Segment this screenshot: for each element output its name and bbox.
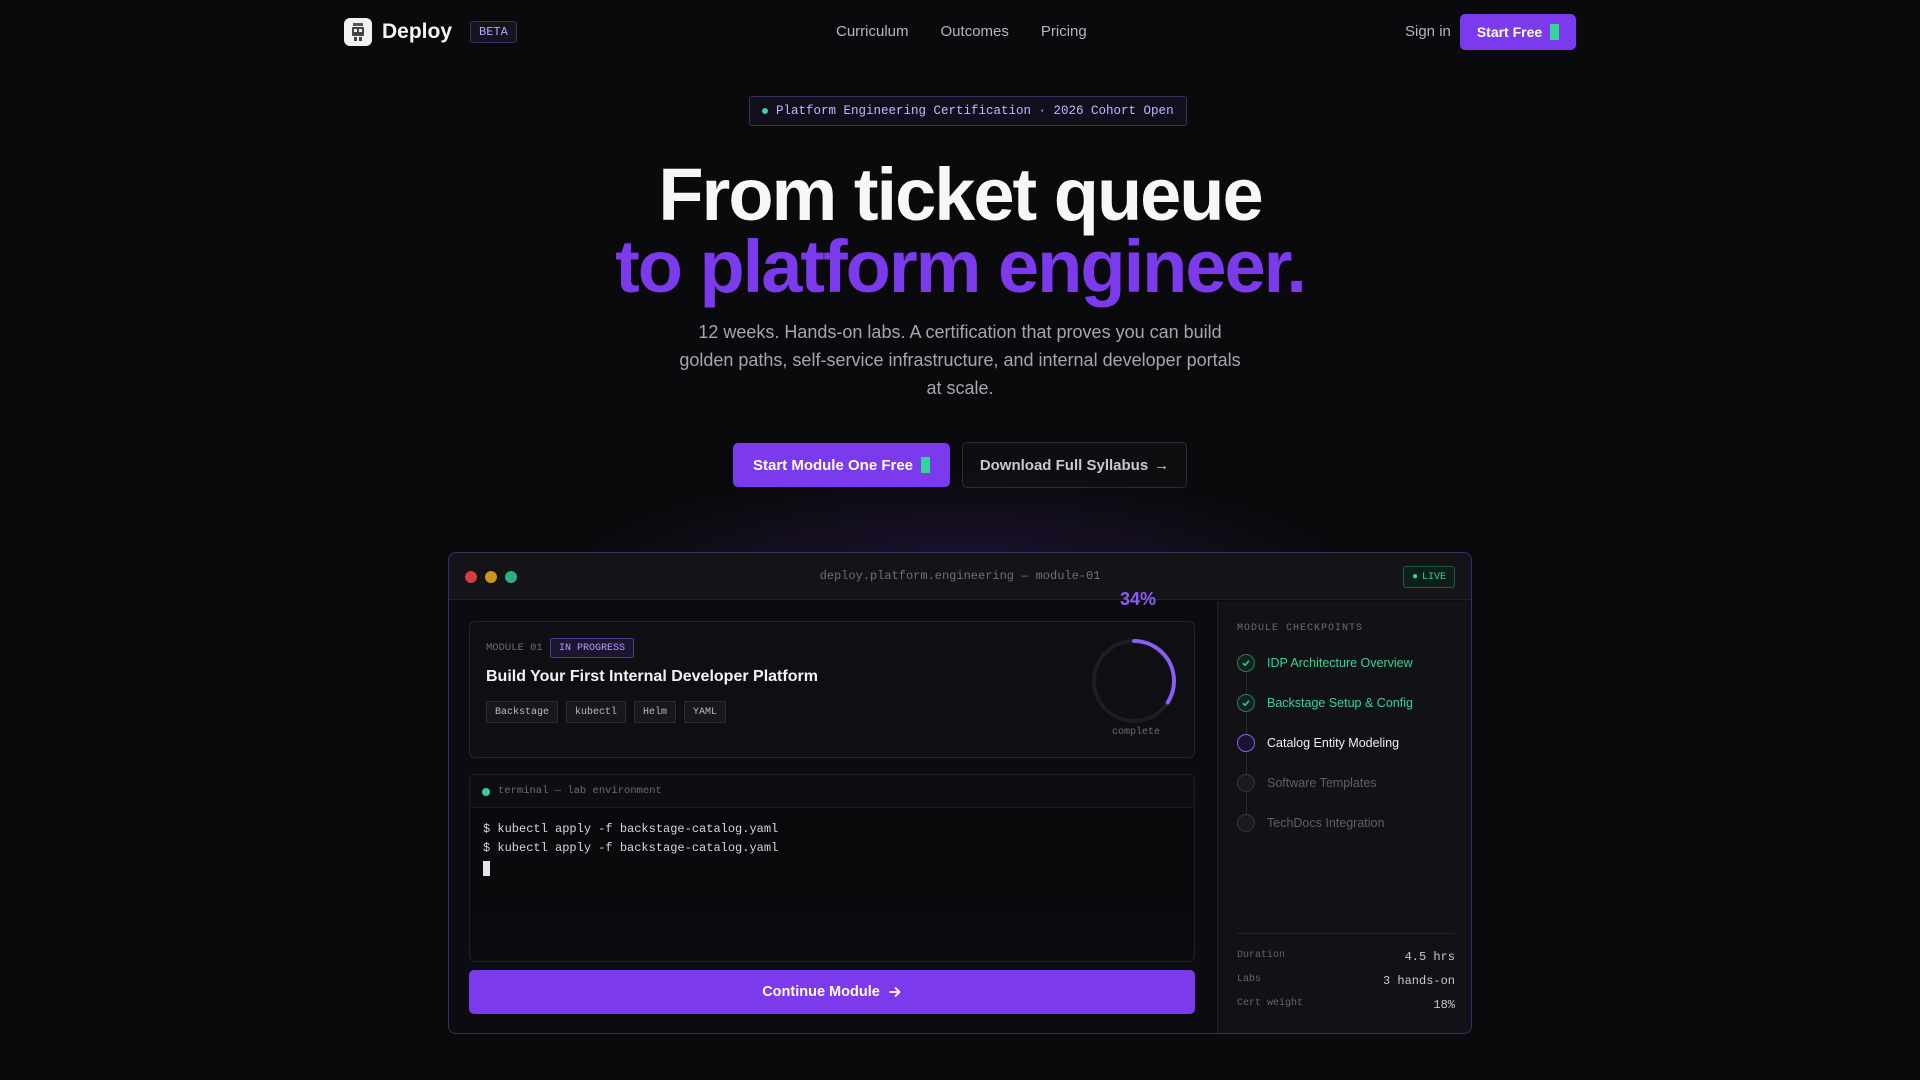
stat-key: Labs <box>1237 974 1262 985</box>
progress-ring <box>1092 639 1176 723</box>
module-panel: MODULE 01 IN PROGRESS Build Your First I… <box>449 589 1217 1033</box>
stat-duration: Duration 4.5 hrs <box>1237 950 1455 964</box>
checkpoint-label: TechDocs Integration <box>1267 816 1385 830</box>
live-badge: ● LIVE <box>1402 566 1455 588</box>
stat-cert-weight: Cert weight 18% <box>1237 998 1455 1012</box>
check-icon <box>1237 654 1255 672</box>
continue-module-button[interactable]: Continue Module <box>469 970 1195 1014</box>
top-nav: Deploy BETA Curriculum Outcomes Pricing … <box>0 0 1920 64</box>
cursor-block-icon <box>1550 24 1560 40</box>
checkpoint-item[interactable]: Backstage Setup & Config <box>1237 694 1413 712</box>
live-badge-text: LIVE <box>1421 571 1446 583</box>
checkpoint-label: Catalog Entity Modeling <box>1267 736 1400 750</box>
window-titlebar: deploy.platform.engineering — module-01 … <box>449 553 1471 600</box>
start-free-button[interactable]: Start Free <box>1460 14 1576 50</box>
hero-title-line2: to platform engineer. <box>615 225 1307 308</box>
progress-caption: complete <box>1111 727 1160 738</box>
checkpoint-item[interactable]: TechDocs Integration <box>1237 814 1384 832</box>
stat-key: Duration <box>1237 950 1286 961</box>
sign-in-link[interactable]: Sign in <box>1405 23 1451 40</box>
stat-value: 4.5 hrs <box>1404 950 1455 964</box>
checkpoint-item[interactable]: Catalog Entity Modeling <box>1237 734 1399 752</box>
stat-value: 3 hands-on <box>1382 974 1455 988</box>
checkpoint-label: Software Templates <box>1267 776 1377 790</box>
current-step-icon <box>1237 734 1255 752</box>
tag-kubectl: kubectl <box>566 701 627 723</box>
nav-link-pricing[interactable]: Pricing <box>1041 23 1087 40</box>
checkpoints-panel: MODULE CHECKPOINTS IDP Architecture Over… <box>1217 601 1471 1033</box>
check-icon <box>1237 694 1255 712</box>
checkpoint-item[interactable]: Software Templates <box>1237 774 1377 792</box>
brand-logo[interactable]: Deploy BETA <box>344 18 517 46</box>
module-card: MODULE 01 IN PROGRESS Build Your First I… <box>469 589 1195 758</box>
terminal-output: $ kubectl apply -f backstage-catalog.yam… <box>483 820 778 883</box>
stat-value: 18% <box>1433 998 1455 1012</box>
hero-subtitle: 12 weeks. Hands-on labs. A certification… <box>679 322 1241 398</box>
nav-links: Curriculum Outcomes Pricing <box>836 23 1087 40</box>
logo-icon <box>344 18 372 46</box>
start-free-label: Start Free <box>1476 24 1543 40</box>
live-dot-icon: ● <box>1411 571 1418 583</box>
nav-link-curriculum[interactable]: Curriculum <box>836 23 909 40</box>
certification-badge-text: Platform Engineering Certification · 202… <box>776 104 1174 118</box>
terminal-status-dot-icon <box>482 788 490 796</box>
terminal-panel[interactable]: terminal — lab environment $ kubectl app… <box>469 774 1195 962</box>
app-preview-window: deploy.platform.engineering — module-01 … <box>448 552 1472 1034</box>
pending-step-icon <box>1237 814 1255 832</box>
terminal-line: $ kubectl apply -f backstage-catalog.yam… <box>483 841 779 855</box>
terminal-caret-icon <box>483 861 490 876</box>
checkpoint-label: Backstage Setup & Config <box>1267 696 1413 710</box>
nav-link-outcomes[interactable]: Outcomes <box>941 23 1009 40</box>
pending-step-icon <box>1237 774 1255 792</box>
brand-name: Deploy <box>382 20 453 43</box>
terminal-header: terminal — lab environment <box>470 775 1194 808</box>
module-number: MODULE 01 <box>486 642 543 654</box>
beta-badge: BETA <box>470 21 517 43</box>
arrow-right-icon <box>888 987 901 997</box>
continue-module-label: Continue Module <box>762 984 880 1000</box>
terminal-line: $ kubectl apply -f backstage-catalog.yam… <box>483 822 779 836</box>
terminal-fade <box>470 891 1194 961</box>
status-dot-icon <box>762 108 768 114</box>
terminal-title: terminal — lab environment <box>498 785 662 797</box>
checkpoints-heading: MODULE CHECKPOINTS <box>1237 623 1364 634</box>
progress-percent: 34% <box>1120 589 1157 609</box>
module-status-badge: IN PROGRESS <box>550 638 635 658</box>
tag-yaml: YAML <box>684 701 727 723</box>
window-title: deploy.platform.engineering — module-01 <box>819 569 1101 583</box>
stat-key: Cert weight <box>1237 998 1304 1009</box>
tag-helm: Helm <box>634 701 677 723</box>
stat-labs: Labs 3 hands-on <box>1237 974 1455 988</box>
tag-backstage: Backstage <box>486 701 559 723</box>
stats-divider <box>1237 933 1455 934</box>
module-tags: Backstage kubectl Helm YAML <box>486 701 727 723</box>
module-title: Build Your First Internal Developer Plat… <box>486 668 818 685</box>
checkpoint-label: IDP Architecture Overview <box>1267 656 1413 670</box>
certification-badge: Platform Engineering Certification · 202… <box>749 96 1187 126</box>
checkpoint-item[interactable]: IDP Architecture Overview <box>1237 654 1413 672</box>
